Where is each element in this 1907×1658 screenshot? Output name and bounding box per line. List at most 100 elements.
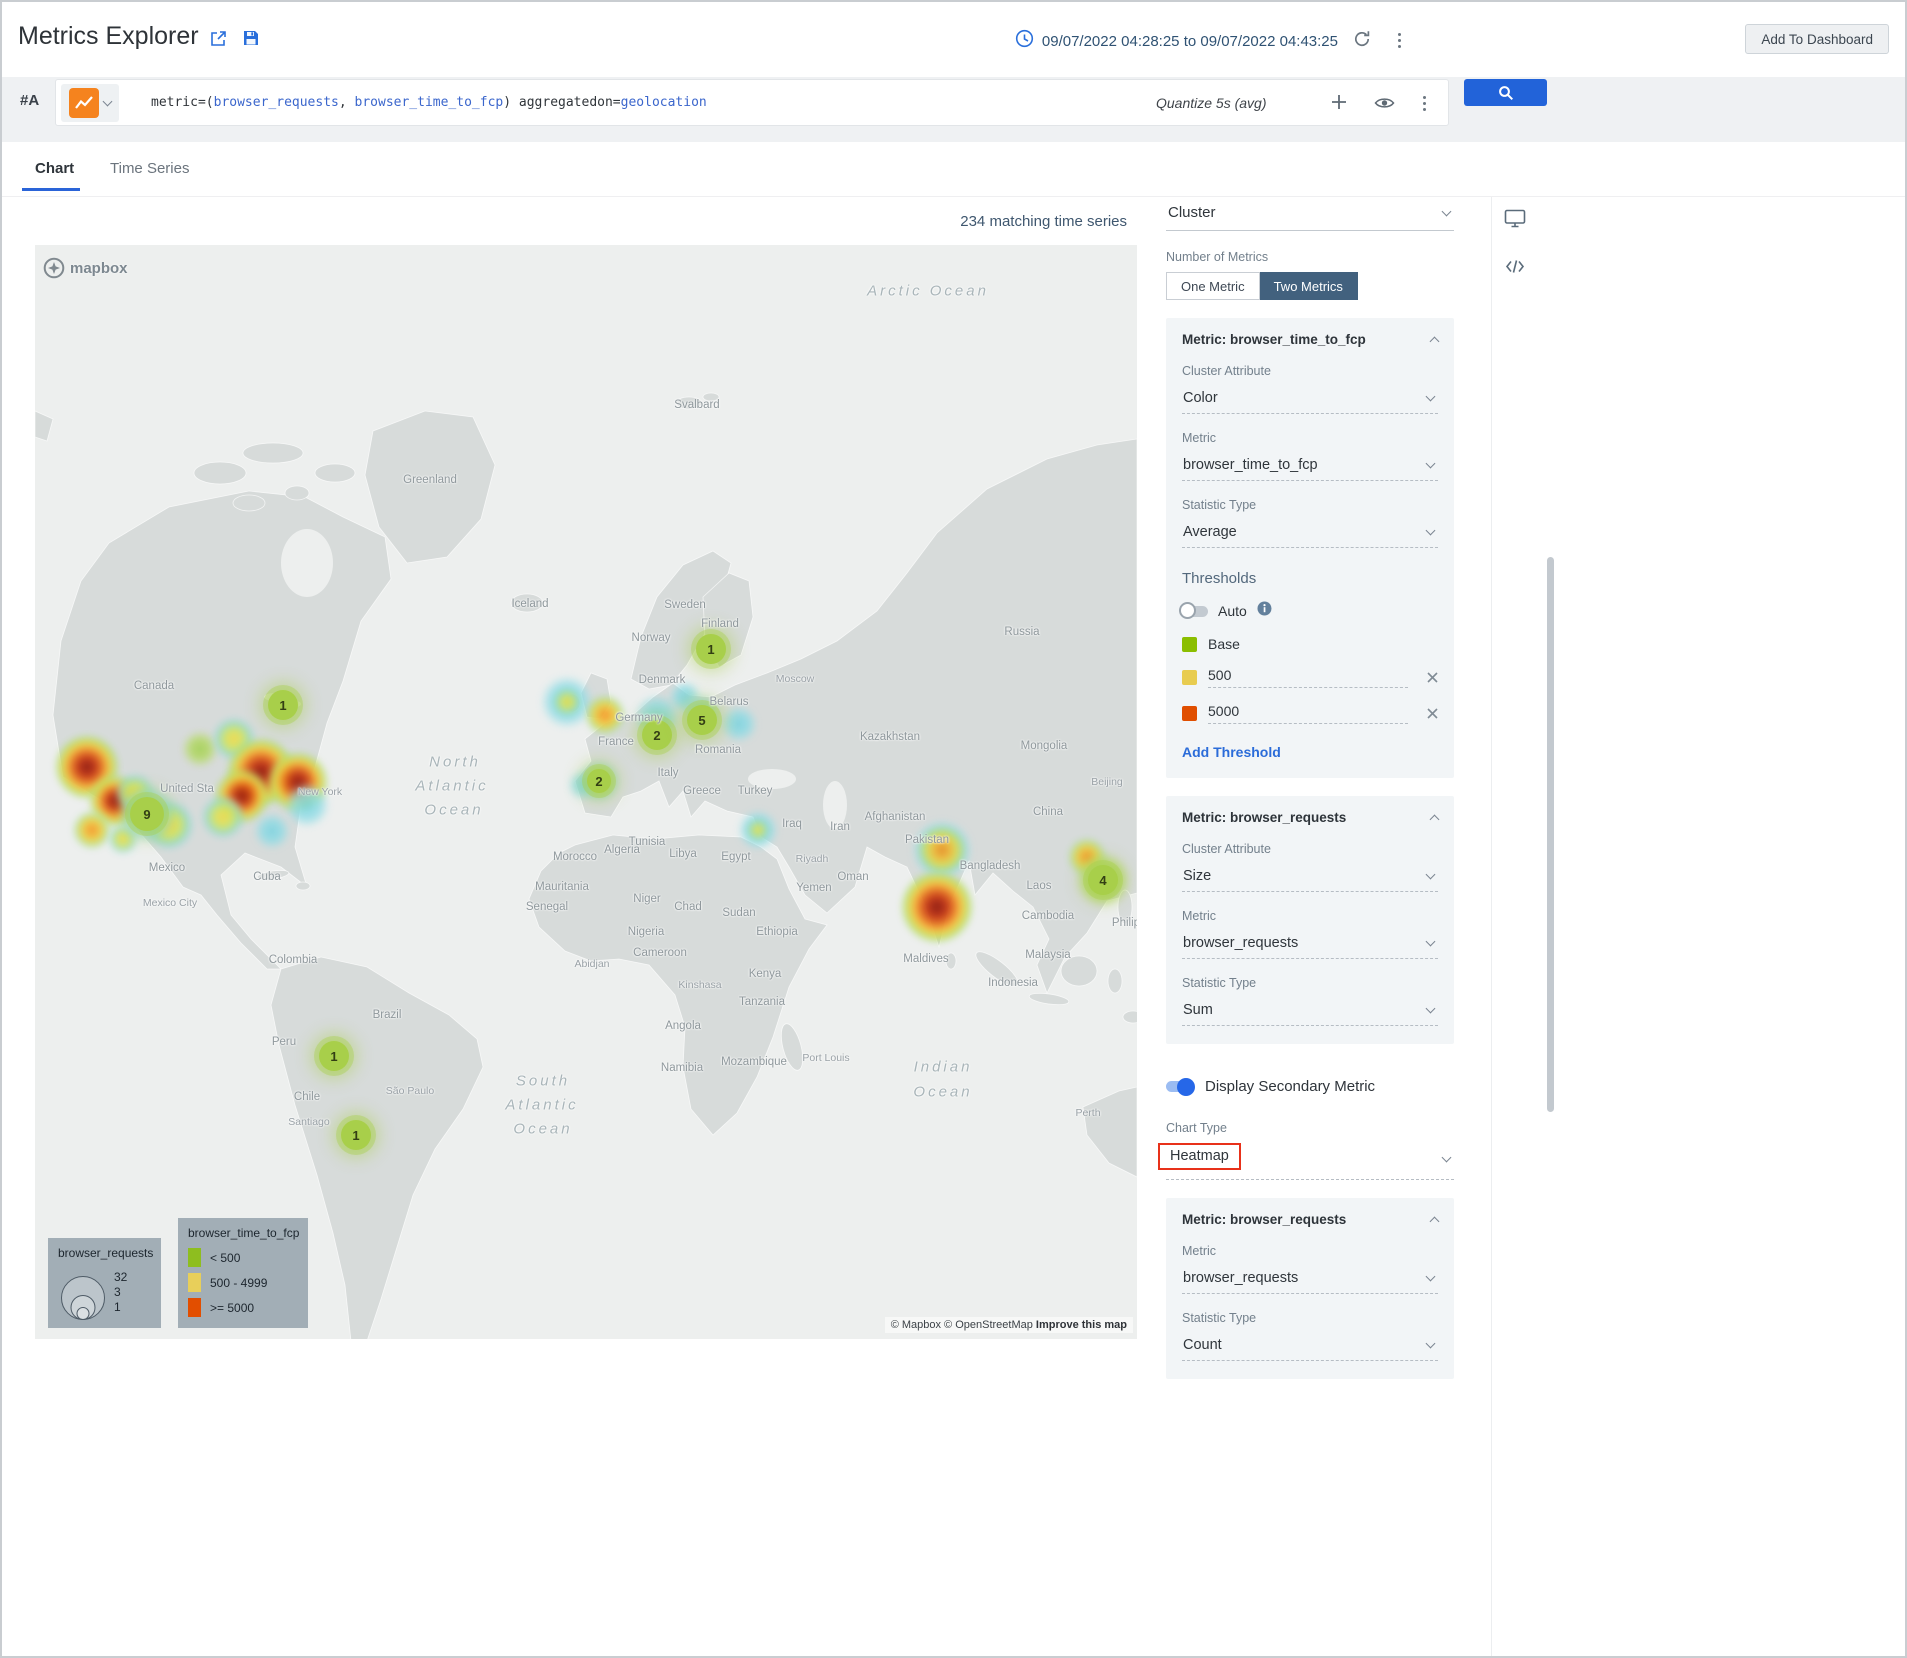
chart-type-label: Chart Type: [1166, 1121, 1454, 1135]
fcp-metric-select[interactable]: browser_time_to_fcp: [1182, 451, 1438, 481]
metric-card-requests: Metric: browser_requests Cluster Attribu…: [1166, 796, 1454, 1044]
tab-chart[interactable]: Chart: [35, 160, 74, 177]
query-band: #A metric=(browser_requests, browser_tim…: [2, 77, 1905, 142]
metrics-explorer-app: Metrics Explorer 09/07/2022 04:28:25 to …: [0, 0, 1907, 1658]
add-to-dashboard-button[interactable]: Add To Dashboard: [1745, 24, 1889, 54]
legend-browser-requests: browser_requests 32 3 1: [48, 1238, 161, 1328]
map-cluster[interactable]: 1: [341, 1120, 371, 1150]
chart-content: 234 matching time series: [2, 197, 1905, 1658]
share-icon[interactable]: [208, 29, 228, 54]
tab-time-series[interactable]: Time Series: [110, 160, 189, 177]
auto-thresholds-row: Auto: [1182, 601, 1438, 621]
threshold-color-swatch[interactable]: [1182, 706, 1197, 721]
add-threshold-link[interactable]: Add Threshold: [1182, 744, 1438, 760]
map-cluster[interactable]: 2: [642, 720, 672, 750]
matching-time-series: 234 matching time series: [862, 213, 1127, 230]
auto-thresholds-toggle[interactable]: [1182, 606, 1208, 617]
page-title: Metrics Explorer: [18, 22, 199, 51]
threshold-value[interactable]: 5000: [1208, 703, 1408, 724]
cluster-attribute-select[interactable]: Color: [1182, 384, 1438, 414]
metric-card-fcp: Metric: browser_time_to_fcp Cluster Attr…: [1166, 318, 1454, 778]
query-token: ) aggregatedon=: [503, 95, 620, 110]
legend-row: < 500: [188, 1248, 267, 1267]
map-cluster[interactable]: 4: [1088, 865, 1118, 895]
chevron-down-icon: [1442, 1152, 1452, 1162]
metric-card-fcp-header[interactable]: Metric: browser_time_to_fcp: [1182, 332, 1438, 347]
threshold-color-swatch[interactable]: [1182, 670, 1197, 685]
view-tabs: Chart Time Series: [2, 142, 1905, 197]
metric-count-segmented: One Metric Two Metrics: [1166, 272, 1454, 300]
requests-cluster-attribute-select[interactable]: Size: [1182, 862, 1438, 892]
map-cluster[interactable]: 2: [587, 769, 611, 793]
statistic-type-label: Statistic Type: [1182, 976, 1438, 990]
improve-this-map-link[interactable]: Improve this map: [1036, 1319, 1127, 1331]
metric-label: Metric: [1182, 1244, 1438, 1258]
mapbox-logo[interactable]: mapbox: [43, 257, 128, 279]
quantize-label: Quantize 5s (avg): [1156, 80, 1267, 125]
chevron-down-icon: [1426, 1339, 1436, 1349]
header-kebab-menu[interactable]: [1391, 29, 1407, 51]
collapse-icon: [1430, 815, 1440, 825]
chart-view-icon[interactable]: [1504, 209, 1526, 233]
chart-type-select[interactable]: Heatmap: [1166, 1139, 1454, 1180]
fcp-statistic-select[interactable]: Average: [1182, 518, 1438, 548]
threshold-value[interactable]: 500: [1208, 667, 1408, 688]
line-chart-icon: [69, 88, 99, 118]
two-metrics-button[interactable]: Two Metrics: [1260, 272, 1358, 300]
legend-color-swatch: [188, 1298, 201, 1317]
toggle-knob: [1177, 1078, 1195, 1096]
info-icon[interactable]: [1257, 601, 1272, 621]
metric-card-requests-secondary: Metric: browser_requests Metric browser_…: [1166, 1198, 1454, 1379]
visualization-mode-select[interactable]: Cluster: [1166, 200, 1454, 231]
query-kebab-menu[interactable]: [1416, 92, 1432, 114]
run-search-button[interactable]: [1464, 79, 1547, 106]
remove-threshold-icon[interactable]: [1427, 708, 1438, 719]
metric-card-requests-header[interactable]: Metric: browser_requests: [1182, 810, 1438, 825]
legend-row-label: 500 - 4999: [210, 1276, 267, 1290]
chevron-down-icon: [1426, 392, 1436, 402]
threshold-color-swatch[interactable]: [1182, 637, 1197, 652]
legend-browser-time-to-fcp: browser_time_to_fcp < 500 500 - 4999 >= 50…: [178, 1218, 308, 1328]
chevron-down-icon: [1426, 459, 1436, 469]
time-range[interactable]: 09/07/2022 04:28:25 to 09/07/2022 04:43:…: [1015, 29, 1338, 53]
requests-metric-select[interactable]: browser_requests: [1182, 929, 1438, 959]
attribution-copyrights[interactable]: © Mapbox © OpenStreetMap: [891, 1319, 1033, 1331]
plot-type-selector[interactable]: [61, 84, 119, 122]
map-cluster[interactable]: 9: [130, 797, 164, 831]
map-cluster[interactable]: 1: [268, 690, 298, 720]
map-cluster[interactable]: 1: [319, 1041, 349, 1071]
scrollbar-thumb[interactable]: [1547, 557, 1554, 1112]
metric-card-requests-secondary-header[interactable]: Metric: browser_requests: [1182, 1212, 1438, 1227]
secondary-statistic-select[interactable]: Count: [1182, 1331, 1438, 1361]
save-icon[interactable]: [242, 29, 260, 52]
remove-threshold-icon[interactable]: [1427, 672, 1438, 683]
thresholds-list: Base5005000: [1182, 636, 1438, 724]
map-canvas[interactable]: 191252411Arctic OceanNorthAtlanticOceanS…: [35, 245, 1137, 1339]
query-token: browser_time_to_fcp: [355, 95, 504, 110]
legend-row-label: < 500: [210, 1251, 240, 1265]
legend-fcp-title: browser_time_to_fcp: [188, 1226, 299, 1240]
vertical-scrollbar: [1547, 197, 1554, 1658]
legend-row-label: >= 5000: [210, 1301, 254, 1315]
metric-label: Metric: [1182, 909, 1438, 923]
auto-label: Auto: [1218, 603, 1247, 619]
requests-statistic-select[interactable]: Sum: [1182, 996, 1438, 1026]
legend-row: 500 - 4999: [188, 1273, 267, 1292]
query-input[interactable]: metric=(browser_requests, browser_time_t…: [151, 80, 707, 125]
map-attribution: © Mapbox © OpenStreetMap Improve this ma…: [885, 1317, 1133, 1333]
active-tab-underline: [22, 188, 80, 191]
display-secondary-metric-toggle[interactable]: [1166, 1081, 1192, 1092]
chevron-down-icon: [1426, 526, 1436, 536]
visibility-eye-icon[interactable]: [1374, 96, 1395, 115]
query-token: metric=(: [151, 95, 214, 110]
map-cluster[interactable]: 5: [687, 705, 717, 735]
add-plot-icon[interactable]: [1330, 93, 1348, 116]
chart-options-panel: Cluster Number of Metrics One Metric Two…: [1166, 200, 1454, 1379]
refresh-icon[interactable]: [1353, 30, 1371, 53]
legend-color-swatch: [188, 1248, 201, 1267]
thresholds-heading: Thresholds: [1182, 570, 1438, 587]
map-cluster[interactable]: 1: [696, 634, 726, 664]
secondary-metric-select[interactable]: browser_requests: [1182, 1264, 1438, 1294]
one-metric-button[interactable]: One Metric: [1166, 272, 1260, 300]
code-view-icon[interactable]: [1505, 259, 1525, 279]
